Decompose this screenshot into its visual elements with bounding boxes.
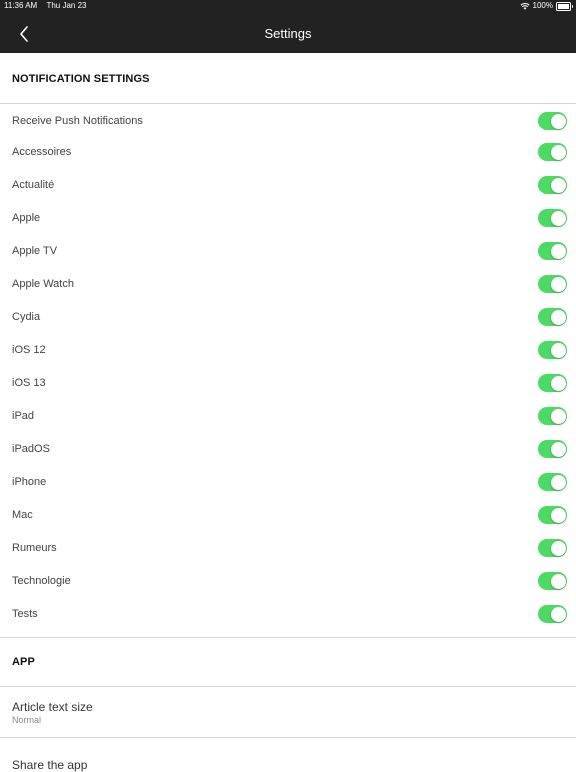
toggle-knob [550, 507, 566, 523]
notification-row: Accessoires [0, 139, 576, 165]
notification-row: Cydia [0, 304, 576, 330]
notification-label: Tests [12, 608, 38, 620]
notification-label: Apple TV [12, 245, 58, 257]
notification-toggle[interactable] [538, 572, 567, 590]
notification-row: Receive Push Notifications [0, 108, 576, 134]
notification-toggle[interactable] [538, 341, 567, 359]
notification-toggle[interactable] [538, 242, 567, 260]
notification-label: Receive Push Notifications [12, 115, 143, 127]
notification-row: iOS 12 [0, 337, 576, 363]
notification-toggle[interactable] [538, 374, 567, 392]
toggle-knob [550, 375, 566, 391]
notification-row: Mac [0, 502, 576, 528]
notification-label: Technologie [12, 575, 71, 587]
notification-row: iPad [0, 403, 576, 429]
toggle-knob [550, 573, 566, 589]
notification-toggle[interactable] [538, 605, 567, 623]
notification-row: Apple [0, 205, 576, 231]
notification-label: iPad [12, 410, 35, 422]
divider [0, 686, 576, 687]
notification-label: Mac [12, 509, 33, 521]
toggle-knob [550, 243, 566, 259]
toggle-knob [550, 342, 566, 358]
toggle-knob [550, 441, 566, 457]
notification-toggle[interactable] [538, 308, 567, 326]
share-app-label: Share the app [12, 758, 88, 772]
battery-icon [556, 1, 573, 11]
status-bar: 11:36 AM Thu Jan 23 100% [0, 0, 576, 12]
status-bar-right: 100% [520, 0, 573, 12]
notification-row: Actualité [0, 172, 576, 198]
toggle-knob [550, 113, 566, 129]
notification-toggle[interactable] [538, 143, 567, 161]
notification-row: Rumeurs [0, 535, 576, 561]
notification-label: iPhone [12, 476, 47, 488]
notification-label: Cydia [12, 311, 41, 323]
toggle-knob [550, 606, 566, 622]
app-section-header: APP [12, 656, 35, 668]
notification-label: iOS 12 [12, 344, 46, 356]
notification-label: Rumeurs [12, 542, 57, 554]
notification-row: Technologie [0, 568, 576, 594]
toggle-knob [550, 309, 566, 325]
notification-label: Accessoires [12, 146, 72, 158]
notification-label: Apple Watch [12, 278, 74, 290]
toggle-knob [550, 540, 566, 556]
toggle-knob [550, 408, 566, 424]
notification-toggle[interactable] [538, 176, 567, 194]
toggle-knob [550, 210, 566, 226]
notification-settings-header: NOTIFICATION SETTINGS [12, 73, 150, 85]
share-app-row[interactable]: Share the app [0, 739, 576, 772]
notification-row: Apple TV [0, 238, 576, 264]
toggle-knob [550, 177, 566, 193]
notification-label: iOS 13 [12, 377, 46, 389]
notification-toggle[interactable] [538, 112, 567, 130]
toggle-knob [550, 276, 566, 292]
notification-row: Apple Watch [0, 271, 576, 297]
wifi-icon [520, 3, 530, 10]
notification-label: iPadOS [12, 443, 50, 455]
notification-label: Apple [12, 212, 41, 224]
notification-toggle[interactable] [538, 275, 567, 293]
notification-label: Actualité [12, 179, 55, 191]
divider [0, 103, 576, 104]
page-title: Settings [264, 26, 312, 41]
notification-row: iPadOS [0, 436, 576, 462]
navigation-bar: 11:36 AM Thu Jan 23 100% Settings [0, 0, 576, 53]
notification-row: iPhone [0, 469, 576, 495]
toggle-knob [550, 474, 566, 490]
toggle-knob [550, 144, 566, 160]
notification-toggle[interactable] [538, 473, 567, 491]
status-bar-left: 11:36 AM Thu Jan 23 [4, 0, 86, 12]
notification-toggle[interactable] [538, 506, 567, 524]
article-text-size-value: Normal [12, 715, 42, 725]
notification-toggle[interactable] [538, 440, 567, 458]
notification-toggle[interactable] [538, 407, 567, 425]
status-date: Thu Jan 23 [46, 1, 87, 10]
article-text-size-row[interactable]: Article text size Normal [0, 688, 576, 737]
notification-row: iOS 13 [0, 370, 576, 396]
notification-toggle[interactable] [538, 539, 567, 557]
battery-percent: 100% [532, 1, 553, 10]
article-text-size-label: Article text size [12, 700, 93, 714]
notification-toggle[interactable] [538, 209, 567, 227]
divider [0, 637, 576, 638]
notification-row: Tests [0, 601, 576, 627]
status-time: 11:36 AM [4, 1, 38, 10]
divider [0, 737, 576, 738]
